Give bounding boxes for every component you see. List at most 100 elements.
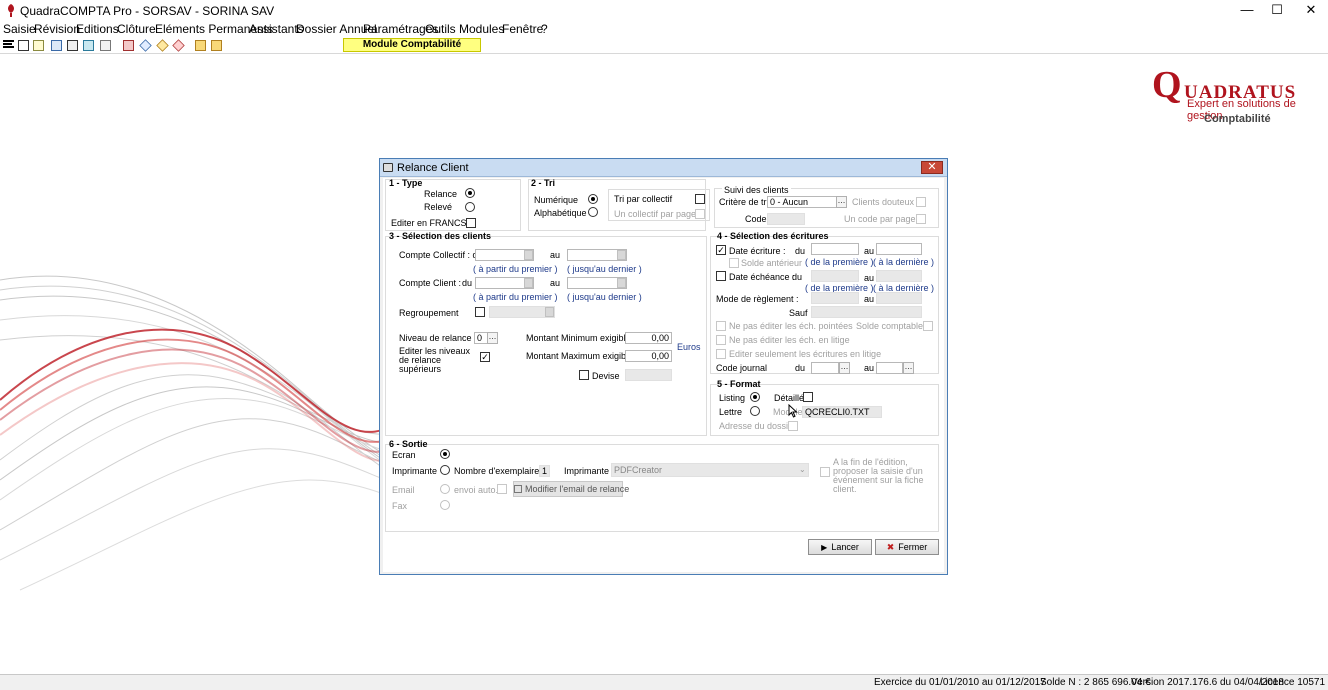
code-input[interactable] bbox=[767, 213, 805, 225]
solde-comptable-checkbox[interactable] bbox=[923, 321, 933, 331]
editer-niveaux-checkbox[interactable]: ✓ bbox=[480, 352, 490, 362]
format-lettre-radio[interactable] bbox=[750, 406, 760, 416]
compte-client-from-picker[interactable] bbox=[524, 278, 533, 288]
litige-checkbox[interactable] bbox=[716, 335, 726, 345]
date-echeance-to-input[interactable] bbox=[876, 270, 922, 282]
code-journal-from-browse[interactable]: … bbox=[839, 362, 850, 374]
montant-max-label: Montant Maximum exigible bbox=[526, 351, 634, 361]
envoi-auto-checkbox[interactable] bbox=[497, 484, 507, 494]
sortie-fax-label: Fax bbox=[392, 501, 408, 511]
lock-icon[interactable] bbox=[123, 40, 134, 51]
chart-icon[interactable] bbox=[83, 40, 94, 51]
play-icon: ▶ bbox=[821, 543, 828, 552]
date-ecriture-du-label: du bbox=[795, 246, 806, 256]
sauf-input[interactable] bbox=[811, 306, 922, 318]
date-echeance-from-input[interactable] bbox=[811, 270, 859, 282]
date-echeance-checkbox[interactable] bbox=[716, 271, 726, 281]
menu-fenetre[interactable]: Fenêtre bbox=[502, 22, 543, 36]
maximize-icon[interactable]: ☐ bbox=[1262, 0, 1292, 21]
mode-reglement-au-label: au bbox=[864, 294, 875, 304]
code-journal-du-label: du bbox=[795, 363, 806, 373]
devise-input[interactable] bbox=[625, 369, 672, 381]
critere-tri-input[interactable]: 0 - Aucun bbox=[767, 196, 837, 208]
sortie-email-label: Email bbox=[392, 485, 415, 495]
menu-help[interactable]: ? bbox=[541, 22, 548, 36]
format-listing-radio[interactable] bbox=[750, 392, 760, 402]
sortie-ecran-radio[interactable] bbox=[440, 449, 450, 459]
document-icon[interactable] bbox=[18, 40, 29, 51]
devise-checkbox[interactable] bbox=[579, 370, 589, 380]
montant-max-input[interactable]: 0,00 bbox=[625, 350, 672, 362]
compte-collectif-from-picker[interactable] bbox=[524, 250, 533, 260]
sortie-email-radio[interactable] bbox=[440, 484, 450, 494]
tri-alphabetique-radio[interactable] bbox=[588, 207, 598, 217]
euros-label: Euros bbox=[677, 342, 701, 352]
format-listing-label: Listing bbox=[719, 393, 746, 403]
fermer-button[interactable]: ✖ Fermer bbox=[875, 539, 939, 555]
editer-francs-checkbox[interactable] bbox=[466, 218, 476, 228]
tag-icon[interactable] bbox=[139, 39, 152, 52]
tri-numerique-radio[interactable] bbox=[588, 194, 598, 204]
mode-reglement-to-input[interactable] bbox=[876, 292, 922, 304]
folder-icon[interactable] bbox=[195, 40, 206, 51]
menu-outils[interactable]: Outils bbox=[425, 22, 456, 36]
minimize-icon[interactable]: — bbox=[1232, 0, 1262, 21]
code-journal-from-input[interactable] bbox=[811, 362, 839, 374]
menu-lines-icon[interactable] bbox=[3, 40, 14, 48]
printer-select[interactable]: PDFCreator bbox=[611, 463, 809, 477]
un-collectif-page-checkbox[interactable] bbox=[695, 209, 705, 219]
suivi-heading: Suivi des clients bbox=[722, 185, 791, 195]
list-icon[interactable] bbox=[67, 40, 78, 51]
dialog-close-button[interactable]: ✕ bbox=[921, 161, 943, 174]
un-code-page-checkbox[interactable] bbox=[916, 214, 926, 224]
format-lettre-label: Lettre bbox=[719, 407, 743, 417]
menu-cloture[interactable]: Clôture bbox=[117, 22, 156, 36]
new-document-icon[interactable] bbox=[33, 40, 44, 51]
mode-reglement-from-input[interactable] bbox=[811, 292, 859, 304]
clients-douteux-checkbox[interactable] bbox=[916, 197, 926, 207]
niveau-relance-browse[interactable]: … bbox=[487, 332, 498, 344]
date-ecriture-to-input[interactable] bbox=[876, 243, 922, 255]
fin-edition-checkbox[interactable] bbox=[820, 467, 830, 477]
sortie-imprimante-radio[interactable] bbox=[440, 465, 450, 475]
printer-icon bbox=[383, 163, 393, 172]
tag-yellow-icon[interactable] bbox=[156, 39, 169, 52]
compte-client-to-picker[interactable] bbox=[617, 278, 626, 288]
nb-exemplaires-input[interactable]: 1 bbox=[539, 465, 550, 477]
niveau-relance-input[interactable]: 0 bbox=[474, 332, 488, 344]
menu-editions[interactable]: Editions bbox=[76, 22, 119, 36]
modifier-email-button[interactable]: Modifier l'email de relance bbox=[513, 481, 629, 497]
adresse-dossier-checkbox[interactable] bbox=[788, 421, 798, 431]
regroupement-checkbox[interactable] bbox=[475, 307, 485, 317]
code-journal-to-input[interactable] bbox=[876, 362, 903, 374]
app-icon bbox=[8, 4, 14, 17]
compte-collectif-to-picker[interactable] bbox=[617, 250, 626, 260]
type-relance-radio[interactable] bbox=[465, 188, 475, 198]
montant-min-input[interactable]: 0,00 bbox=[625, 332, 672, 344]
format-modele-input[interactable]: QCRECLI0.TXT bbox=[802, 406, 882, 418]
date-ecriture-checkbox[interactable]: ✓ bbox=[716, 245, 726, 255]
lancer-button[interactable]: ▶ Lancer bbox=[808, 539, 872, 555]
date-ecriture-from-input[interactable] bbox=[811, 243, 859, 255]
solde-anterieur-checkbox[interactable] bbox=[729, 258, 739, 268]
sortie-fax-radio[interactable] bbox=[440, 500, 450, 510]
tag-red-icon[interactable] bbox=[172, 39, 185, 52]
lancer-label: Lancer bbox=[831, 542, 859, 552]
type-releve-radio[interactable] bbox=[465, 202, 475, 212]
table-icon[interactable] bbox=[51, 40, 62, 51]
format-detaille-checkbox[interactable] bbox=[803, 392, 813, 402]
menu-revision[interactable]: Révision bbox=[34, 22, 80, 36]
folder-open-icon[interactable] bbox=[211, 40, 222, 51]
menu-modules[interactable]: Modules bbox=[459, 22, 504, 36]
code-journal-to-browse[interactable]: … bbox=[903, 362, 914, 374]
copy-icon[interactable] bbox=[100, 40, 111, 51]
seulement-litige-checkbox[interactable] bbox=[716, 349, 726, 359]
pointees-checkbox[interactable] bbox=[716, 321, 726, 331]
tri-collectif-checkbox[interactable] bbox=[695, 194, 705, 204]
un-code-page-label: Un code par page bbox=[844, 214, 916, 224]
date-echeance-au-label: au bbox=[864, 273, 875, 283]
close-icon[interactable]: ✕ bbox=[1296, 0, 1326, 21]
menu-saisie[interactable]: Saisie bbox=[3, 22, 36, 36]
critere-tri-browse[interactable]: … bbox=[836, 196, 847, 208]
regroupement-picker[interactable] bbox=[545, 307, 554, 317]
